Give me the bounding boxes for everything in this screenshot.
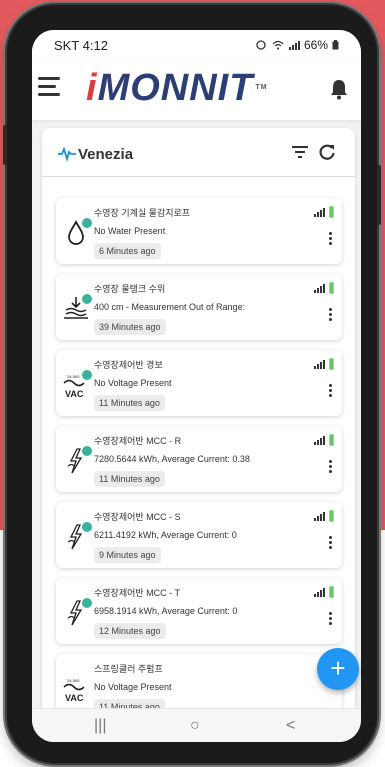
app-bar: iMONNIT TM (32, 60, 361, 120)
signal-strength-icon (314, 436, 325, 445)
filter-icon[interactable] (292, 145, 308, 159)
power-button (377, 165, 381, 225)
phone-screen: SKT 4:12 66% iMONNIT TM Venezia 수영장 기계실 … (32, 30, 361, 742)
battery-level-icon (329, 358, 334, 370)
battery-level-icon (329, 282, 334, 294)
battery-icon (332, 40, 339, 50)
sensor-title: 수영장 물탱크 수위 (94, 284, 166, 294)
sensor-title: 수영장제어반 MCC - S (94, 512, 181, 522)
home-button[interactable]: ○ (190, 717, 200, 735)
battery-level-icon (329, 434, 334, 446)
battery-level-icon (329, 206, 334, 218)
sensor-reading: No Voltage Present (94, 682, 172, 692)
sensor-title: 수영장제어반 경보 (94, 360, 163, 370)
last-updated-badge: 11 Minutes ago (94, 471, 165, 487)
sensor-card[interactable]: 수영장 물탱크 수위 400 cm - Measurement Out of R… (56, 274, 342, 340)
system-nav-bar: ||| ○ < (32, 708, 361, 742)
monnit-logo: iMONNIT TM (86, 67, 268, 109)
more-options-icon[interactable] (329, 460, 332, 473)
svg-text:VAC: VAC (65, 693, 84, 703)
sensor-reading: 7280.5644 kWh, Average Current: 0.38 (94, 454, 250, 464)
svg-text:VAC: VAC (65, 389, 84, 399)
status-dot (82, 522, 92, 532)
more-options-icon[interactable] (329, 384, 332, 397)
more-options-icon[interactable] (329, 232, 332, 245)
sensor-reading: No Water Present (94, 226, 166, 236)
network-name: Venezia (78, 146, 134, 163)
sensor-card[interactable]: 24-500 VAC 수영장제어반 경보 No Voltage Present … (56, 350, 342, 416)
back-button[interactable]: < (286, 717, 295, 735)
recent-apps-button[interactable]: ||| (94, 717, 106, 735)
sensor-card[interactable]: 수영장제어반 MCC - R 7280.5644 kWh, Average Cu… (56, 426, 342, 492)
svg-text:24-500: 24-500 (67, 678, 80, 683)
last-updated-badge: 39 Minutes ago (94, 319, 166, 335)
alarm-icon (256, 40, 266, 50)
sensor-title: 스프링클러 주펌프 (94, 664, 163, 674)
add-sensor-button[interactable]: + (317, 648, 359, 690)
signal-strength-icon (314, 588, 325, 597)
last-updated-badge: 6 Minutes ago (94, 243, 161, 259)
sensor-card[interactable]: 수영장 기계실 물감지로프 No Water Present 6 Minutes… (56, 198, 342, 264)
last-updated-badge: 9 Minutes ago (94, 547, 161, 563)
pulse-icon (58, 147, 76, 161)
battery-percent: 66% (303, 38, 328, 52)
status-dot (82, 218, 92, 228)
signal-strength-icon (314, 512, 325, 521)
battery-level-icon (329, 586, 334, 598)
network-header: Venezia (42, 128, 355, 177)
more-options-icon[interactable] (329, 308, 332, 321)
vac-icon: 24-500 VAC (63, 678, 85, 703)
signal-strength-icon (314, 208, 325, 217)
more-options-icon[interactable] (329, 612, 332, 625)
status-dot (82, 370, 92, 380)
more-options-icon[interactable] (329, 536, 332, 549)
last-updated-badge: 11 Minutes ago (94, 395, 165, 411)
refresh-icon[interactable] (318, 143, 336, 161)
signal-strength-icon (314, 360, 325, 369)
sensor-title: 수영장 기계실 물감지로프 (94, 208, 191, 218)
sensor-card[interactable]: 수영장제어반 MCC - T 6958.1914 kWh, Average Cu… (56, 578, 342, 644)
svg-text:24-500: 24-500 (67, 374, 80, 379)
sensor-title: 수영장제어반 MCC - R (94, 436, 182, 446)
wifi-icon (272, 40, 284, 50)
status-dot (82, 598, 92, 608)
battery-level-icon (329, 510, 334, 522)
status-icons: 66% (254, 38, 339, 52)
carrier-time: SKT 4:12 (54, 37, 108, 53)
last-updated-badge: 12 Minutes ago (94, 623, 166, 639)
sensor-title: 수영장제어반 MCC - T (94, 588, 181, 598)
network-panel: Venezia 수영장 기계실 물감지로프 No Water Present 6… (42, 128, 355, 742)
sensor-reading: 6958.1914 kWh, Average Current: 0 (94, 606, 238, 616)
sensor-reading: 400 cm - Measurement Out of Range: (94, 302, 246, 312)
cell-signal-icon (288, 41, 300, 50)
status-bar: SKT 4:12 66% (32, 30, 361, 60)
notification-bell-icon[interactable] (329, 78, 349, 100)
status-dot (82, 294, 92, 304)
sensor-reading: 6211.4192 kWh, Average Current: 0 (94, 530, 237, 540)
volume-button (3, 125, 7, 165)
sensor-card[interactable]: 수영장제어반 MCC - S 6211.4192 kWh, Average Cu… (56, 502, 342, 568)
sensor-reading: No Voltage Present (94, 378, 172, 388)
status-dot (82, 446, 92, 456)
signal-strength-icon (314, 284, 325, 293)
menu-icon[interactable] (38, 77, 60, 97)
